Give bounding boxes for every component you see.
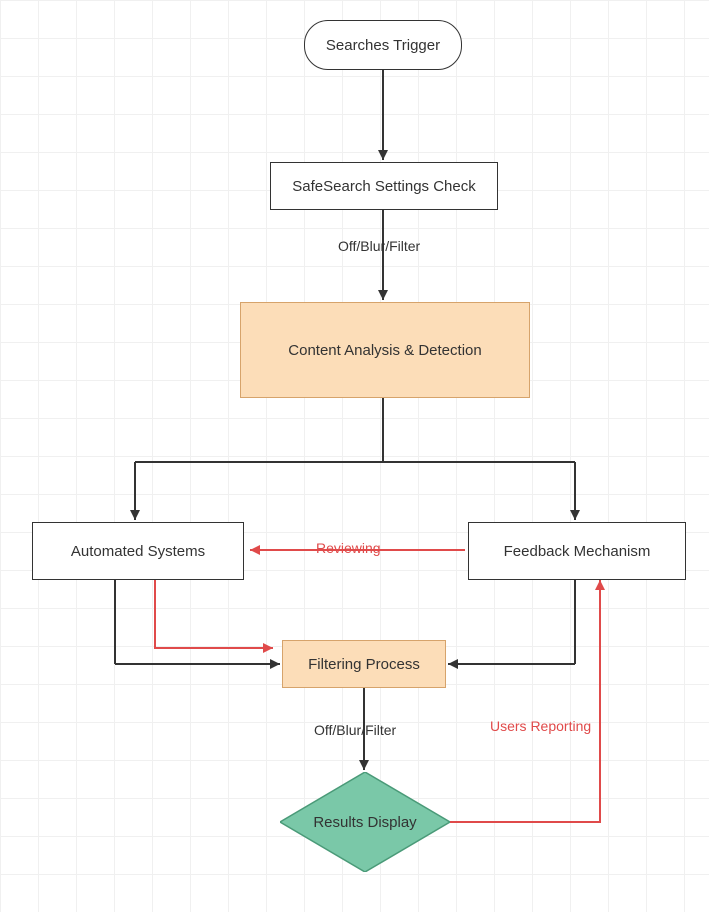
node-label: Automated Systems: [71, 543, 205, 560]
node-label: Results Display: [313, 814, 416, 831]
node-safesearch-settings-check[interactable]: SafeSearch Settings Check: [270, 162, 498, 210]
node-filtering-process[interactable]: Filtering Process: [282, 640, 446, 688]
edge-label-users-reporting: Users Reporting: [490, 718, 591, 734]
node-label: Content Analysis & Detection: [288, 342, 481, 359]
node-label: Filtering Process: [308, 656, 420, 673]
node-content-analysis[interactable]: Content Analysis & Detection: [240, 302, 530, 398]
node-label: Searches Trigger: [326, 37, 440, 54]
edge-label-reviewing: Reviewing: [316, 540, 381, 556]
node-label: Feedback Mechanism: [504, 543, 651, 560]
flowchart-canvas: Searches Trigger SafeSearch Settings Che…: [0, 0, 709, 912]
node-searches-trigger[interactable]: Searches Trigger: [304, 20, 462, 70]
edge-label-off-blur-filter-2: Off/Blur/Filter: [314, 722, 396, 738]
node-automated-systems[interactable]: Automated Systems: [32, 522, 244, 580]
node-feedback-mechanism[interactable]: Feedback Mechanism: [468, 522, 686, 580]
node-label: SafeSearch Settings Check: [292, 178, 475, 195]
node-results-display[interactable]: Results Display: [280, 772, 450, 872]
edge-label-off-blur-filter-1: Off/Blur/Filter: [338, 238, 420, 254]
